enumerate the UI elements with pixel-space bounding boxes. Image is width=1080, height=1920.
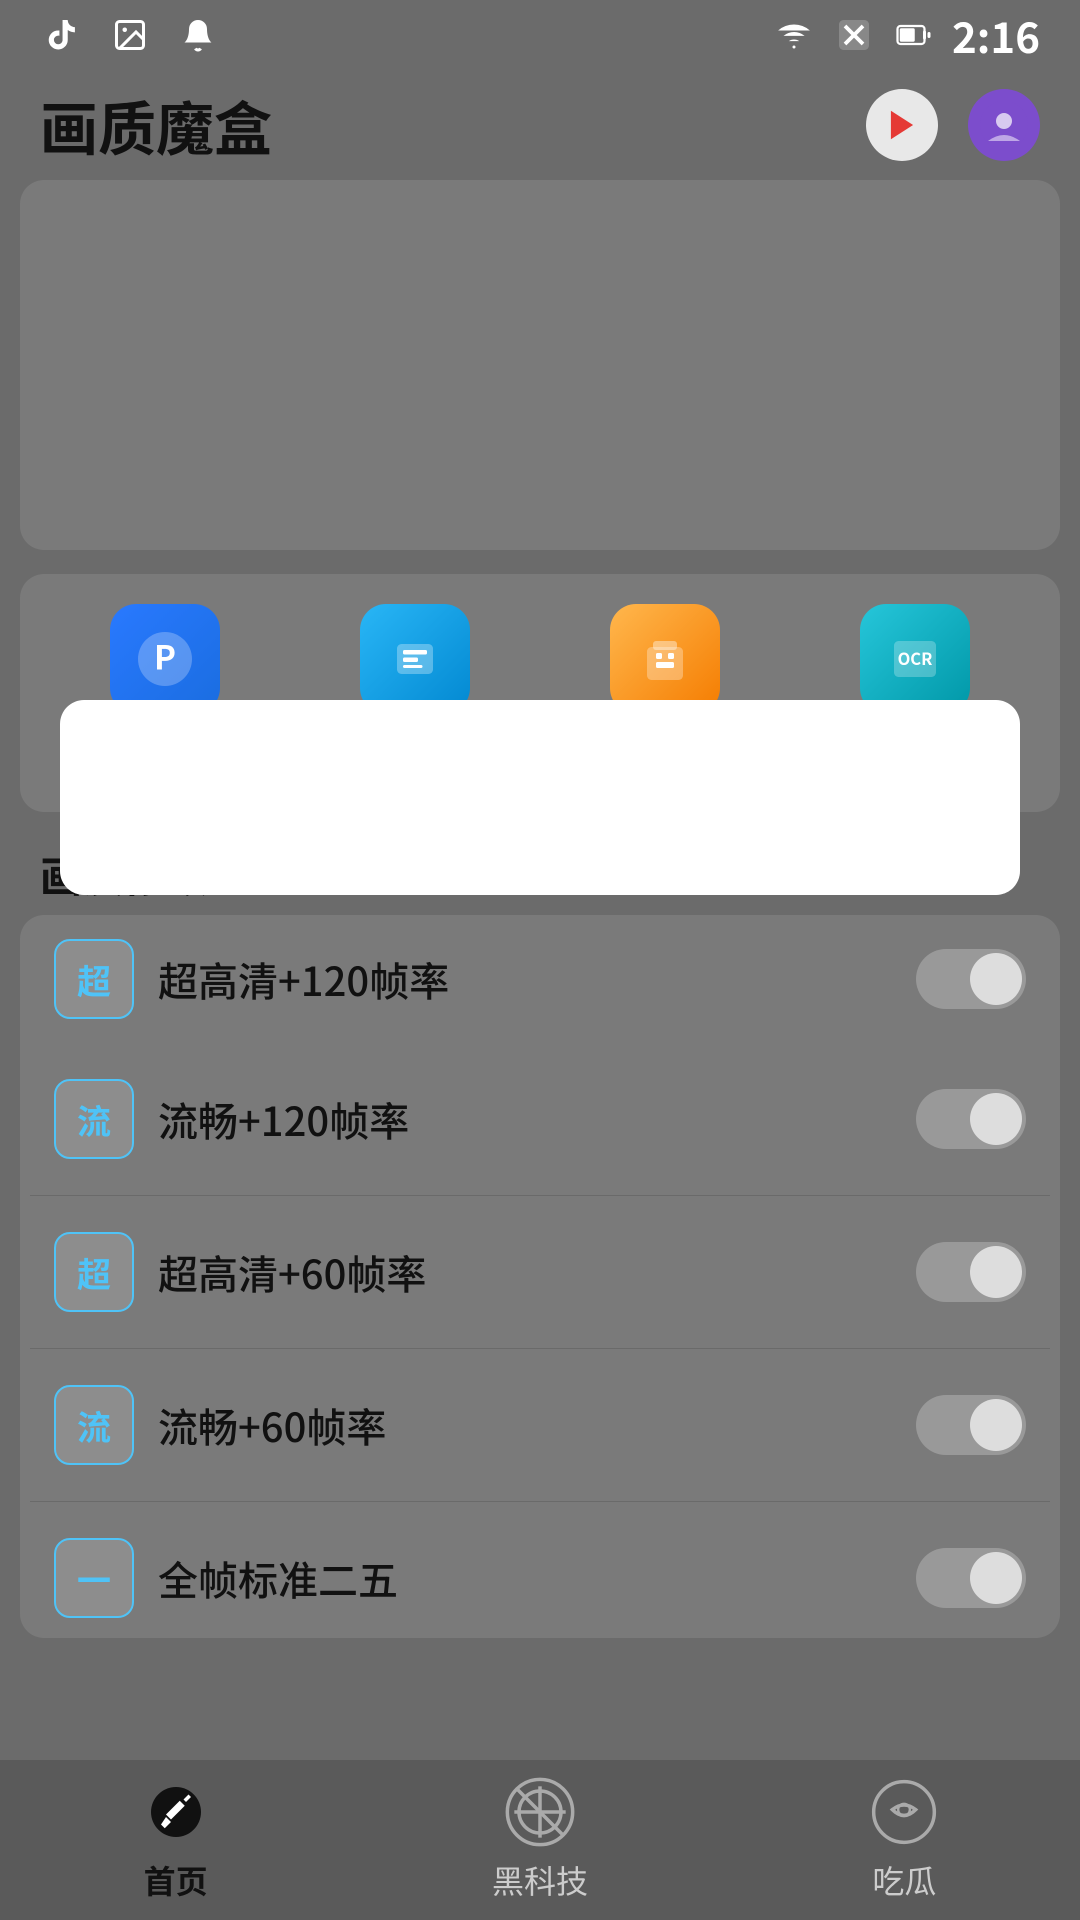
banner-area [20,180,1060,550]
quality-toggle-0[interactable] [916,949,1026,1009]
quality-item-4: 一 全帧标准二五 [30,1502,1050,1638]
quality-item-1: 流 流畅+120帧率 [30,1043,1050,1196]
custom-quality-icon: P [110,604,220,714]
quality-badge-4: 一 [54,1538,134,1618]
quality-name-4: 全帧标准二五 [158,1549,892,1607]
header-action-icons [866,89,1040,161]
status-bar: 2:16 [0,0,1080,70]
svg-text:P: P [154,632,176,680]
quality-name-3: 流畅+60帧率 [158,1396,892,1454]
quality-item-3: 流 流畅+60帧率 [30,1349,1050,1502]
image-icon [108,13,152,57]
quality-name-0: 超高清+120帧率 [158,950,892,1008]
nav-item-gossip[interactable]: 吃瓜 [869,1777,939,1903]
quality-badge-3: 流 [54,1385,134,1465]
status-left-icons [40,13,220,57]
tiktok-icon [40,13,84,57]
quality-list: 超 超高清+120帧率 流 流畅+120帧率 超 超高清+60帧率 流 流畅+6… [20,915,1060,1638]
quality-name-1: 流畅+120帧率 [158,1090,892,1148]
home-nav-label: 首页 [144,1857,208,1903]
quality-toggle-4[interactable] [916,1548,1026,1608]
quality-badge-1: 流 [54,1079,134,1159]
status-time: 2:16 [952,5,1040,66]
signal-icon [832,13,876,57]
play-button[interactable] [866,89,938,161]
quality-item-2: 超 超高清+60帧率 [30,1196,1050,1349]
blacktech-nav-label: 黑科技 [492,1857,588,1903]
quality-toggle-1[interactable] [916,1089,1026,1149]
blacktech-nav-icon [505,1777,575,1847]
bottom-nav: 首页 黑科技 吃瓜 [0,1760,1080,1920]
fix-crash-icon [360,604,470,714]
svg-text:OCR: OCR [898,646,933,670]
param-sim-icon: OCR [860,604,970,714]
overlay-card [60,700,1020,895]
quality-badge-0: 超 [54,939,134,1019]
quality-toggle-3[interactable] [916,1395,1026,1455]
app-title: 画质魔盒 [40,83,272,167]
bell-icon [176,13,220,57]
gossip-nav-icon [869,1777,939,1847]
nav-item-home[interactable]: 首页 [141,1777,211,1903]
nav-item-blacktech[interactable]: 黑科技 [492,1777,588,1903]
app-header: 画质魔盒 [0,70,1080,180]
battery-icon [892,13,936,57]
quality-item-0: 超 超高清+120帧率 [30,915,1050,1043]
gossip-nav-label: 吃瓜 [872,1857,936,1903]
quality-badge-2: 超 [54,1232,134,1312]
quality-toggle-2[interactable] [916,1242,1026,1302]
sound-position-icon [610,604,720,714]
wifi-icon [772,13,816,57]
status-right-icons: 2:16 [772,5,1040,66]
profile-button[interactable] [968,89,1040,161]
quality-name-2: 超高清+60帧率 [158,1243,892,1301]
home-nav-icon [141,1777,211,1847]
